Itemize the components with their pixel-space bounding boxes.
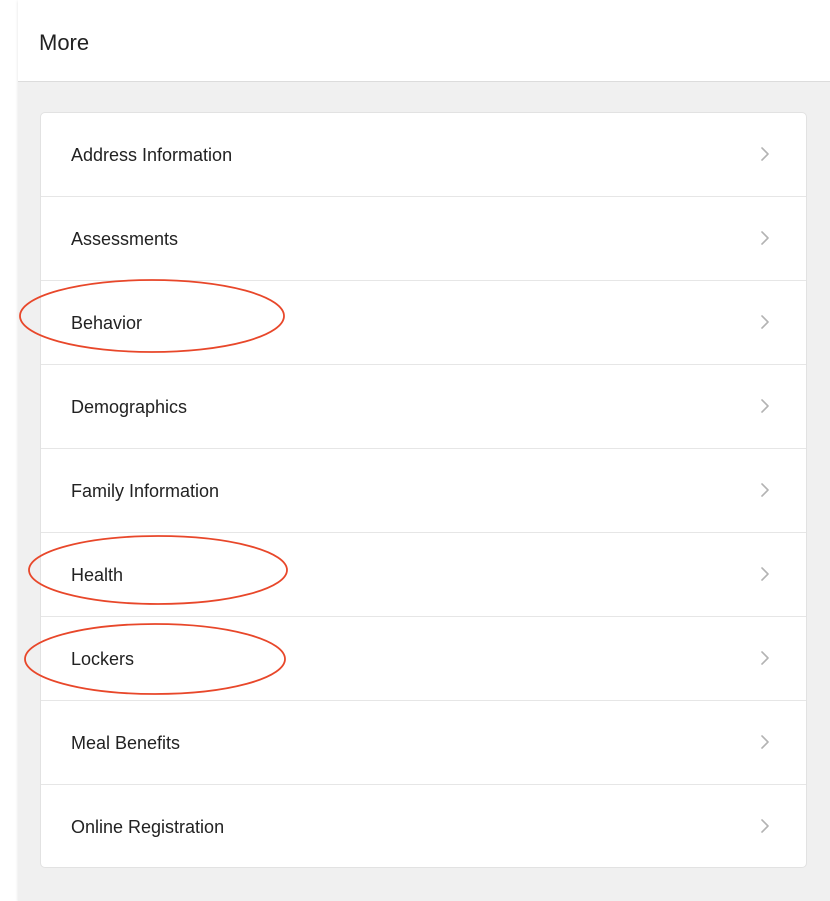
chevron-right-icon bbox=[761, 819, 769, 833]
menu-item-assessments[interactable]: Assessments bbox=[41, 197, 806, 281]
menu-item-label: Address Information bbox=[71, 145, 233, 165]
chevron-right-icon bbox=[761, 399, 769, 413]
menu-item-label: Online Registration bbox=[71, 817, 225, 837]
chevron-right-icon bbox=[761, 147, 769, 161]
page-header: More bbox=[18, 0, 830, 82]
menu-item-meal-benefits[interactable]: Meal Benefits bbox=[41, 701, 806, 785]
menu-item-label: Assessments bbox=[71, 229, 179, 249]
chevron-right-icon bbox=[761, 483, 769, 497]
menu-item-label: Health bbox=[71, 565, 124, 585]
menu-item-behavior[interactable]: Behavior bbox=[41, 281, 806, 365]
chevron-right-icon bbox=[761, 735, 769, 749]
menu-item-online-registration[interactable]: Online Registration bbox=[41, 785, 806, 867]
chevron-right-icon bbox=[761, 567, 769, 581]
menu-item-health[interactable]: Health bbox=[41, 533, 806, 617]
menu-item-label: Demographics bbox=[71, 397, 188, 417]
chevron-right-icon bbox=[761, 315, 769, 329]
more-page: More Address Information Assessments Beh… bbox=[18, 0, 830, 901]
menu-item-lockers[interactable]: Lockers bbox=[41, 617, 806, 701]
menu-item-family-information[interactable]: Family Information bbox=[41, 449, 806, 533]
menu-item-label: Lockers bbox=[71, 649, 135, 669]
menu-item-label: Behavior bbox=[71, 313, 143, 333]
menu-item-demographics[interactable]: Demographics bbox=[41, 365, 806, 449]
page-title: More bbox=[39, 30, 90, 55]
chevron-right-icon bbox=[761, 651, 769, 665]
menu-item-label: Family Information bbox=[71, 481, 220, 501]
menu-item-address-information[interactable]: Address Information bbox=[41, 113, 806, 197]
more-menu-list: Address Information Assessments Behavior… bbox=[40, 112, 807, 868]
chevron-right-icon bbox=[761, 231, 769, 245]
menu-item-label: Meal Benefits bbox=[71, 733, 181, 753]
